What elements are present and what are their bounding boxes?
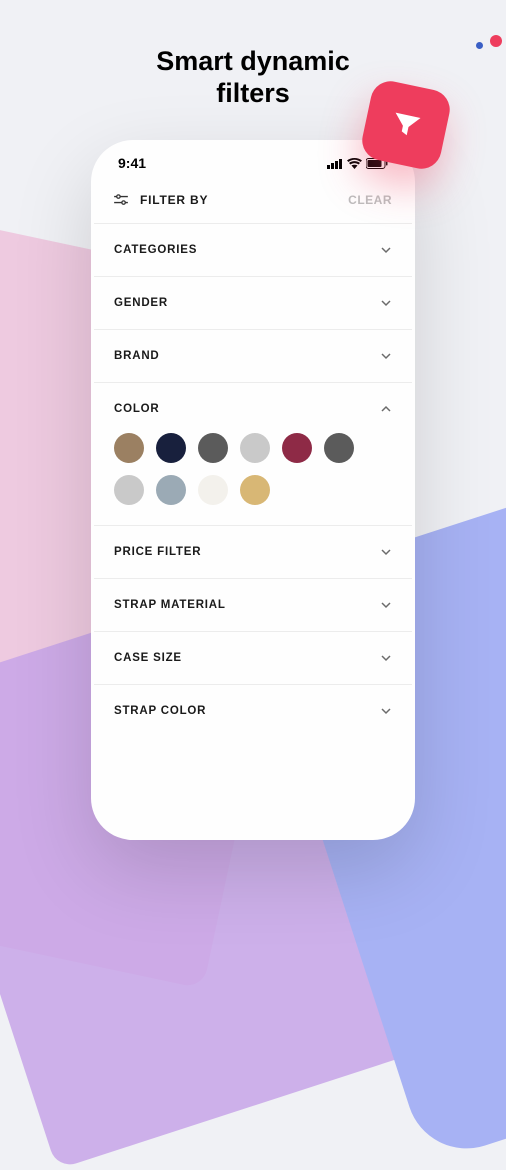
color-swatch[interactable] [324,433,354,463]
wifi-icon [347,158,362,169]
color-swatches [114,433,392,505]
chevron-down-icon [380,350,392,362]
filter-header: FILTER BY CLEAR [94,175,412,223]
section-color[interactable]: COLOR [94,382,412,525]
section-label: BRAND [114,350,160,362]
color-swatch[interactable] [156,433,186,463]
color-swatch[interactable] [198,433,228,463]
chevron-down-icon [380,705,392,717]
filter-app-icon [359,78,454,173]
color-swatch[interactable] [156,475,186,505]
section-case-size[interactable]: CASE SIZE [94,631,412,684]
section-label: STRAP MATERIAL [114,599,226,611]
section-strap-color[interactable]: STRAP COLOR [94,684,412,737]
color-swatch[interactable] [114,433,144,463]
color-swatch[interactable] [282,433,312,463]
chevron-down-icon [380,599,392,611]
signal-icon [327,158,343,169]
section-label: COLOR [114,403,160,415]
page-title: Smart dynamicfilters [156,45,350,110]
sliders-icon [114,194,128,206]
section-strap-material[interactable]: STRAP MATERIAL [94,578,412,631]
section-label: CATEGORIES [114,244,197,256]
phone-frame: 9:41 FILTER BY CLEAR CATEGORIES GENDER [91,140,415,840]
chevron-down-icon [380,546,392,558]
filter-by-label: FILTER BY [140,193,208,207]
section-price-filter[interactable]: PRICE FILTER [94,525,412,578]
section-label: STRAP COLOR [114,705,206,717]
section-label: CASE SIZE [114,652,182,664]
funnel-icon [386,105,426,145]
color-swatch[interactable] [114,475,144,505]
section-gender[interactable]: GENDER [94,276,412,329]
section-brand[interactable]: BRAND [94,329,412,382]
section-categories[interactable]: CATEGORIES [94,223,412,276]
section-label: GENDER [114,297,168,309]
clear-button[interactable]: CLEAR [348,193,392,207]
color-swatch[interactable] [240,475,270,505]
status-time: 9:41 [118,155,146,171]
chevron-up-icon [380,403,392,415]
chevron-down-icon [380,652,392,664]
section-label: PRICE FILTER [114,546,201,558]
color-swatch[interactable] [240,433,270,463]
color-swatch[interactable] [198,475,228,505]
chevron-down-icon [380,244,392,256]
chevron-down-icon [380,297,392,309]
